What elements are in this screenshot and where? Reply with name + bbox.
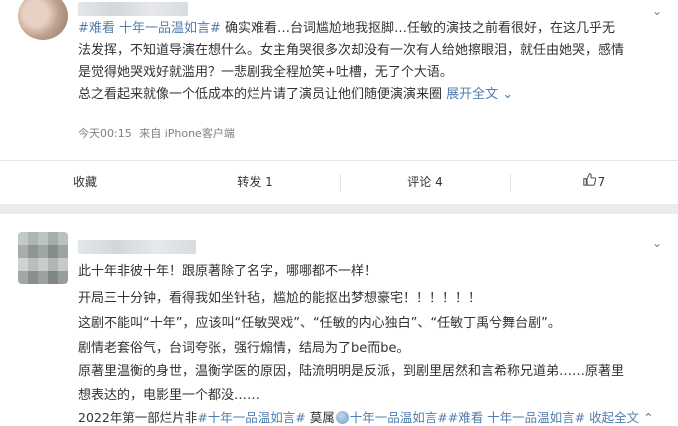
post-text-segment: 莫属 — [305, 410, 335, 425]
emoji-icon — [335, 411, 349, 424]
username-blurred[interactable] — [78, 2, 188, 16]
avatar[interactable] — [18, 232, 68, 284]
post-line: 想表达的，电影里一个都没…… — [78, 388, 261, 403]
post-line: 这剧不能叫“十年”，应该叫“任敏哭戏”、“任敏的内心独白”、“任敏丁禹兮舞台剧”… — [78, 316, 561, 331]
post-line: 开局三十分钟，看得我如坐针毡，尴尬的能抠出梦想豪宅！！！！！！ — [78, 291, 482, 306]
action-bar: 收藏 转发 1 评论 4 7 — [0, 161, 678, 204]
post-line: 是觉得她哭戏好就滥用？一悲剧我全程尬笑+吐槽，无了个大语。 — [78, 65, 453, 80]
post-text-segment: 总之看起来就像一个低成本的烂片请了演员让他们随便演演来圈 — [78, 87, 443, 102]
chevron-up-icon: ⌃ — [639, 410, 654, 425]
comment-button[interactable]: 评论 4 — [340, 161, 510, 204]
username-blurred[interactable] — [78, 240, 196, 254]
post-line: 2022年第一部烂片非#十年一品温如言# 莫属 十年一品温如言##难看 十年一品温… — [78, 407, 654, 426]
avatar[interactable] — [18, 0, 68, 40]
post-meta: 今天00:15 来自 iPhone客户端 — [78, 125, 235, 141]
post-text-segment: 2022年第一部烂片非 — [78, 410, 198, 425]
topic-link[interactable]: #难看 十年一品温如言# — [78, 21, 221, 36]
chevron-down-icon[interactable]: ⌄ — [648, 4, 666, 18]
post-line: 法发挥，不知道导演在想什么。女主角哭很多次却没有一次有人给她擦眼泪，就任由她哭，… — [78, 43, 625, 58]
chevron-down-icon: ⌄ — [498, 87, 514, 102]
post-text-segment: 确实难看…台词尴尬地我抠脚…任敏的演技之前看很好，在这几乎无 — [220, 21, 616, 36]
like-button[interactable]: 7 — [510, 161, 678, 204]
topic-link[interactable]: #十年一品温如言# — [197, 410, 305, 425]
post-body: #难看 十年一品温如言# 确实难看…台词尴尬地我抠脚…任敏的演技之前看很好，在这… — [78, 18, 666, 106]
post-line: 剧情老套俗气，台词夸张，强行煽情，结局为了be而be。 — [78, 341, 410, 356]
topic-link[interactable]: #难看 十年一品温如言# — [448, 410, 585, 425]
weibo-post-card: ⌄ #难看 十年一品温如言# 确实难看…台词尴尬地我抠脚…任敏的演技之前看很好，… — [0, 0, 678, 204]
post-source: 来自 iPhone客户端 — [139, 127, 235, 140]
expand-full-text-link[interactable]: 展开全文 ⌄ — [446, 87, 513, 102]
like-count: 7 — [597, 175, 606, 189]
post-time[interactable]: 今天00:15 — [78, 127, 132, 140]
topic-link[interactable]: 十年一品温如言# — [350, 410, 448, 425]
post-line: #难看 十年一品温如言# 确实难看…台词尴尬地我抠脚…任敏的演技之前看很好，在这… — [78, 18, 666, 40]
post-line: 总之看起来就像一个低成本的烂片请了演员让他们随便演演来圈 展开全文 ⌄ — [78, 84, 666, 106]
post-line: 此十年非彼十年！跟原著除了名字，哪哪都不一样！ — [78, 264, 378, 279]
favorite-button[interactable]: 收藏 — [0, 161, 170, 204]
thumbs-up-icon — [582, 161, 596, 204]
forward-button[interactable]: 转发 1 — [170, 161, 340, 204]
collapse-full-text-link[interactable]: 收起全文 ⌃ — [589, 410, 653, 425]
post-line: 原著里温衡的身世，温衡学医的原因，陆流明明是反派，到剧里居然和言希称兄道弟……原… — [78, 364, 625, 379]
chevron-down-icon[interactable]: ⌄ — [648, 236, 666, 250]
